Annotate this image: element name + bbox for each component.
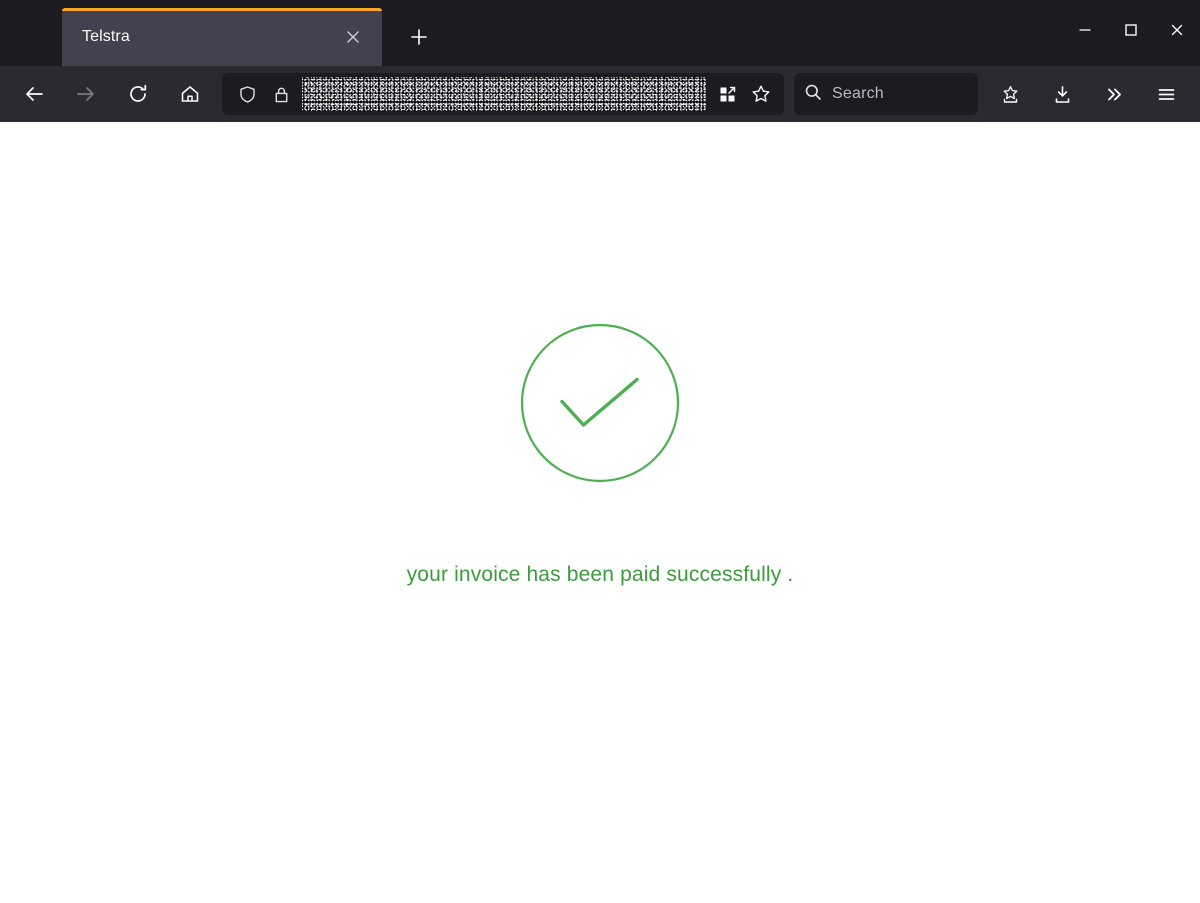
tab-list: Telstra [0,0,440,66]
payment-success-panel: your invoice has been paid successfully … [0,122,1200,587]
url-bar[interactable] [222,73,784,115]
circle-check-icon [520,323,680,483]
tab-strip: Telstra [0,0,1200,66]
maximize-icon[interactable] [1108,7,1154,53]
new-tab-button[interactable] [398,16,440,58]
close-icon[interactable] [338,22,368,52]
browser-window: Telstra Search your invoice has been pai… [0,0,1200,903]
home-icon[interactable] [170,74,210,114]
bookmark-star-icon[interactable] [744,77,778,111]
close-window-icon[interactable] [1154,7,1200,53]
success-message: your invoice has been paid successfully … [406,563,794,586]
url-input[interactable] [302,77,706,111]
tab-title: Telstra [82,29,130,45]
extensions-icon[interactable] [710,77,744,111]
reload-icon[interactable] [118,74,158,114]
lock-icon[interactable] [264,77,298,111]
overflow-chevrons-icon[interactable] [1094,74,1134,114]
page-content: your invoice has been paid successfully … [0,122,1200,903]
window-controls [1062,0,1200,60]
back-icon[interactable] [14,74,54,114]
forward-icon [66,74,106,114]
tab-active-accent [62,8,382,11]
minimize-icon[interactable] [1062,7,1108,53]
navigation-toolbar: Search [0,66,1200,122]
hamburger-menu-icon[interactable] [1146,74,1186,114]
shield-icon[interactable] [230,77,264,111]
browser-tab-telstra[interactable]: Telstra [62,8,382,66]
search-box[interactable]: Search [794,73,978,115]
save-to-pocket-icon[interactable] [990,74,1030,114]
downloads-icon[interactable] [1042,74,1082,114]
search-input[interactable]: Search [832,85,884,103]
search-icon [804,83,822,106]
